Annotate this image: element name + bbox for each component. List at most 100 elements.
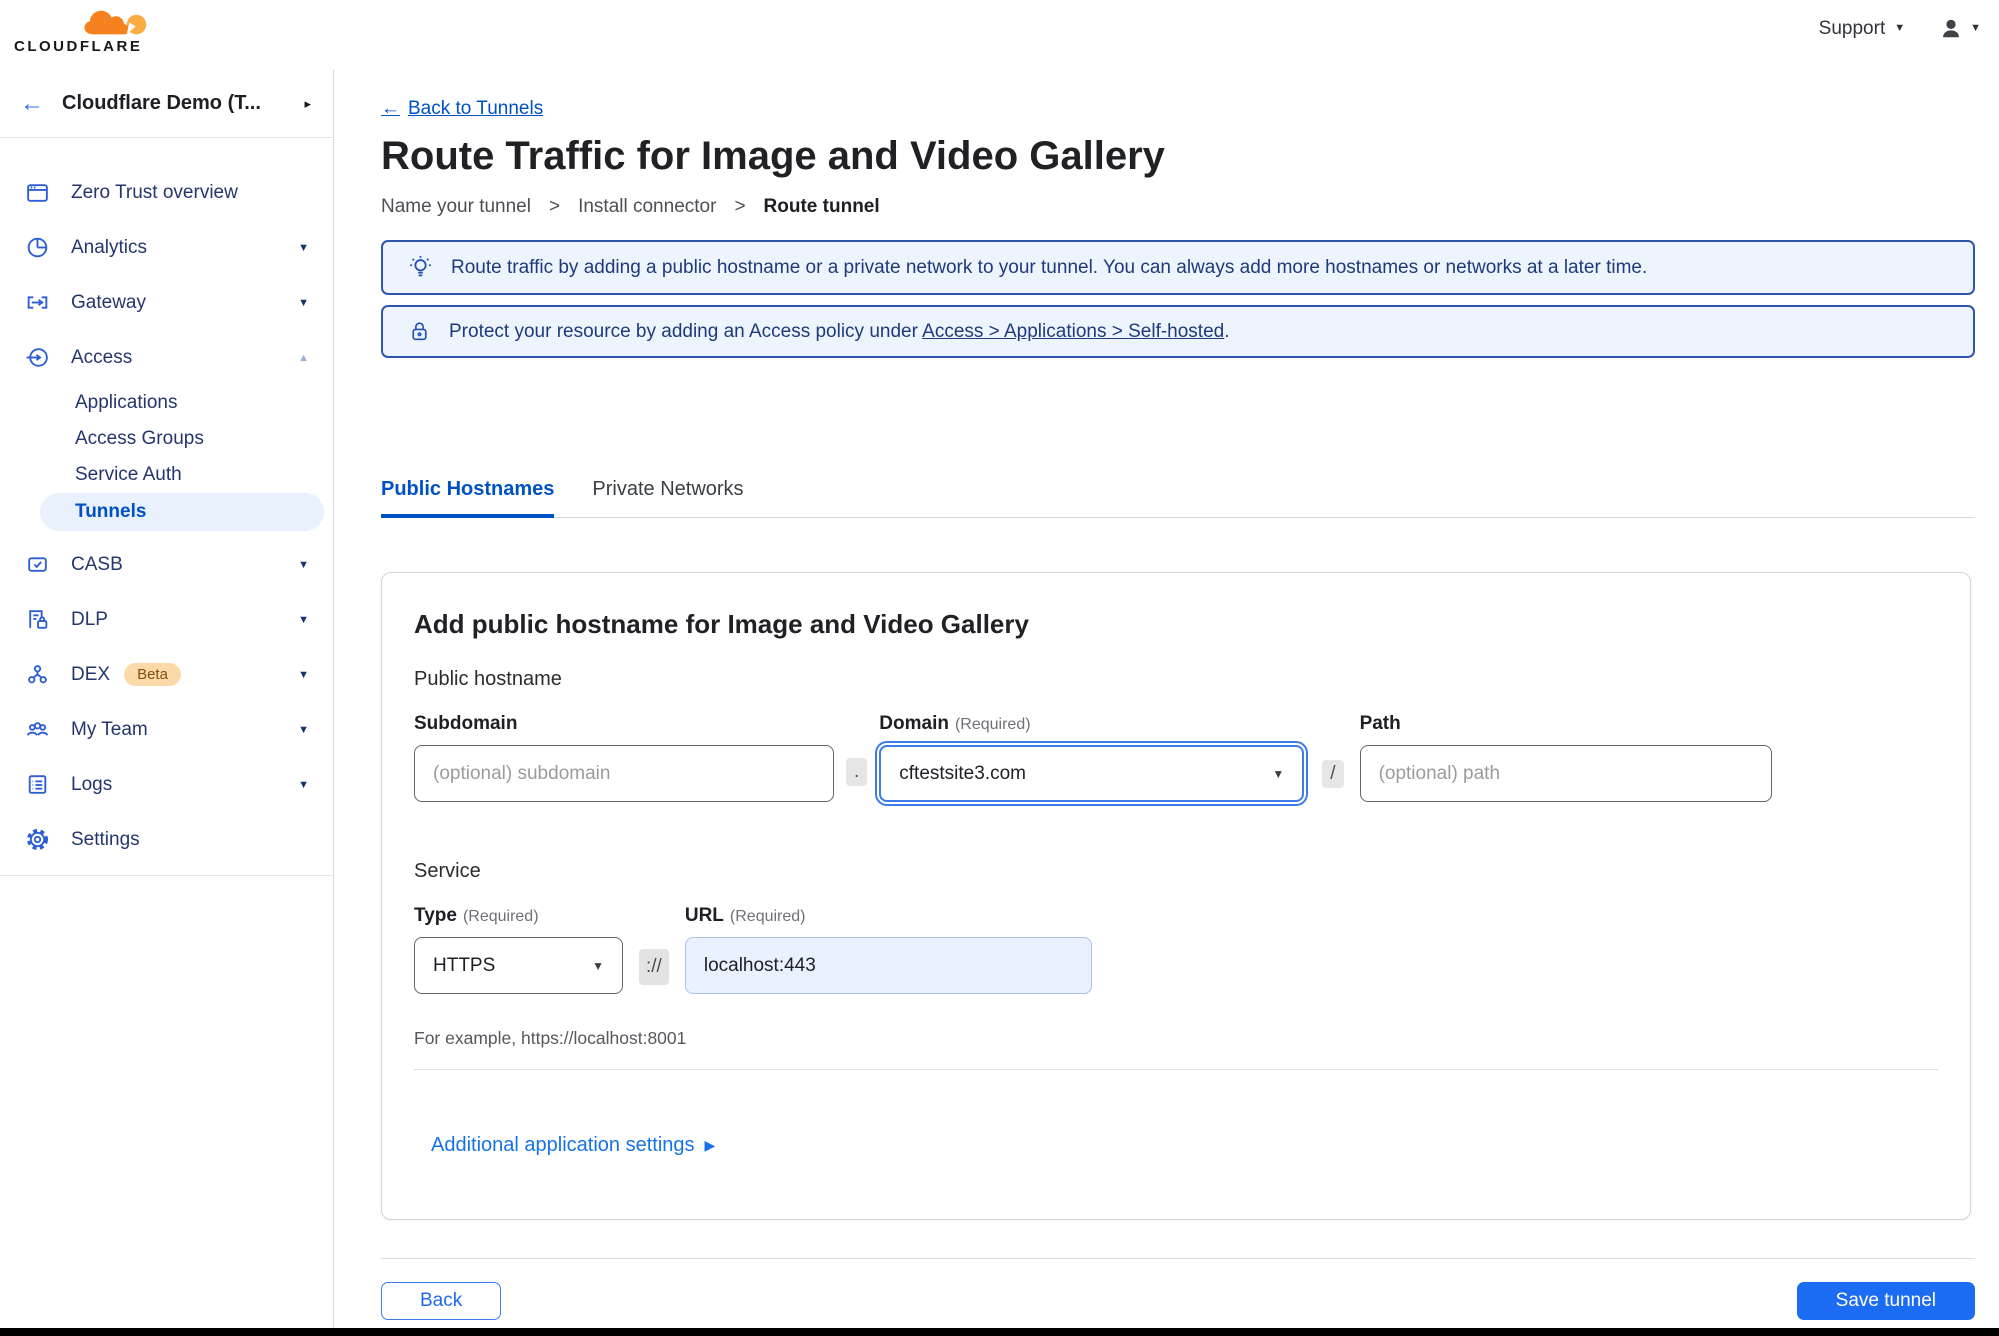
- save-tunnel-button[interactable]: Save tunnel: [1796, 1282, 1975, 1320]
- sidebar-item-tunnels[interactable]: Tunnels: [40, 493, 324, 531]
- page-title: Route Traffic for Image and Video Galler…: [381, 134, 1165, 178]
- chevron-down-icon: ▼: [592, 958, 604, 973]
- public-hostname-card: Add public hostname for Image and Video …: [381, 572, 1971, 1220]
- sidebar-item-label: Applications: [75, 392, 178, 413]
- hostname-field-row: Subdomain . Domain(Required) cftestsite3…: [414, 713, 1938, 806]
- domain-selected-value: cftestsite3.com: [899, 762, 1026, 784]
- banner-text: Route traffic by adding a public hostnam…: [451, 256, 1648, 278]
- subdomain-label: Subdomain: [414, 713, 518, 734]
- url-example-hint: For example, https://localhost:8001: [414, 1028, 687, 1048]
- dex-icon: [24, 662, 50, 688]
- card-divider: [414, 1069, 1938, 1070]
- sidebar-item-settings[interactable]: Settings: [0, 812, 333, 867]
- cloudflare-cloud-icon: [84, 10, 147, 35]
- user-avatar-icon: [1943, 19, 1960, 37]
- step-name-your-tunnel: Name your tunnel: [381, 196, 531, 217]
- path-input[interactable]: [1359, 745, 1772, 802]
- required-hint: (Required): [729, 908, 806, 925]
- type-label: Type (Required): [414, 905, 539, 926]
- sidebar: ← Cloudflare Demo (T... ▸ Zero Trust ove…: [0, 70, 334, 1328]
- chevron-down-icon: ▼: [1970, 22, 1981, 34]
- sidebar-item-label: My Team: [71, 718, 148, 740]
- sidebar-divider: [0, 875, 333, 876]
- bottom-black-bar: [0, 1328, 1999, 1336]
- sidebar-item-access[interactable]: Access ▲: [0, 330, 333, 385]
- gear-icon: [24, 827, 50, 853]
- tab-bar: Public Hostnames Private Networks: [381, 478, 1975, 518]
- sidebar-item-label: Logs: [71, 773, 113, 795]
- pie-chart-icon: [24, 235, 50, 261]
- access-icon: [24, 345, 50, 371]
- sidebar-item-label: DEX: [71, 663, 111, 685]
- user-menu[interactable]: ▼: [1939, 17, 1981, 41]
- triangle-right-icon: ▶: [704, 1137, 716, 1153]
- top-bar: CLOUDFLARE Support ▼ ▼: [0, 0, 1999, 70]
- cloudflare-logo[interactable]: CLOUDFLARE: [14, 5, 158, 55]
- url-label: URL (Required): [684, 905, 806, 926]
- chevron-down-icon: ▼: [298, 723, 309, 736]
- sidebar-item-label: CASB: [71, 553, 123, 575]
- sidebar-item-dex[interactable]: DEX Beta ▼: [0, 647, 333, 702]
- tab-private-networks[interactable]: Private Networks: [592, 478, 743, 518]
- support-menu[interactable]: Support ▼: [1819, 18, 1905, 40]
- back-arrow-icon[interactable]: ←: [20, 91, 44, 116]
- path-field: Path: [1359, 713, 1772, 802]
- sidebar-item-label: Service Auth: [75, 464, 182, 485]
- beta-badge: Beta: [124, 663, 181, 686]
- casb-icon: [24, 552, 50, 578]
- sidebar-item-dlp[interactable]: DLP ▼: [0, 592, 333, 647]
- sidebar-item-service-auth[interactable]: Service Auth: [0, 457, 333, 493]
- access-policy-link[interactable]: Access > Applications > Self-hosted: [922, 321, 1224, 342]
- subdomain-field: Subdomain: [414, 713, 834, 802]
- sidebar-item-gateway[interactable]: Gateway ▼: [0, 275, 333, 330]
- logs-icon: [24, 772, 50, 798]
- type-field: Type (Required) HTTPS ▼: [414, 905, 623, 994]
- cloudflare-logo-text: CLOUDFLARE: [14, 38, 143, 55]
- url-input[interactable]: [684, 937, 1092, 994]
- lightbulb-icon: [407, 254, 434, 281]
- back-button[interactable]: Back: [381, 1282, 502, 1320]
- sidebar-item-label: Access Groups: [75, 428, 204, 449]
- back-to-tunnels-link[interactable]: ← Back to Tunnels: [381, 98, 543, 120]
- info-banner-access-policy: Protect your resource by adding an Acces…: [381, 305, 1975, 358]
- document-lock-icon: [24, 607, 50, 633]
- sidebar-item-logs[interactable]: Logs ▼: [0, 757, 333, 812]
- sidebar-item-applications[interactable]: Applications: [0, 385, 333, 421]
- account-name: Cloudflare Demo (T...: [62, 92, 261, 114]
- chevron-down-icon: ▼: [298, 558, 309, 571]
- info-banner-route-traffic: Route traffic by adding a public hostnam…: [381, 240, 1975, 295]
- back-link-label: Back to Tunnels: [408, 98, 544, 119]
- step-route-tunnel: Route tunnel: [763, 196, 880, 217]
- public-hostname-label: Public hostname: [414, 668, 562, 690]
- type-selected-value: HTTPS: [433, 954, 496, 976]
- sidebar-item-label: DLP: [71, 608, 108, 630]
- footer-divider: [381, 1258, 1975, 1259]
- domain-select[interactable]: cftestsite3.com ▼: [875, 741, 1309, 806]
- sidebar-item-label: Tunnels: [75, 501, 147, 522]
- chevron-down-icon: ▼: [298, 778, 309, 791]
- left-arrow-icon: ←: [381, 98, 400, 119]
- additional-settings-toggle[interactable]: Additional application settings ▶: [431, 1134, 715, 1197]
- additional-settings-label: Additional application settings: [431, 1134, 695, 1156]
- slash-separator: /: [1322, 760, 1344, 788]
- sidebar-item-access-groups[interactable]: Access Groups: [0, 421, 333, 457]
- breadcrumb: Name your tunnel > Install connector > R…: [381, 196, 1975, 218]
- step-install-connector: Install connector: [578, 196, 717, 217]
- sidebar-item-label: Zero Trust overview: [71, 181, 238, 203]
- gateway-icon: [24, 290, 50, 316]
- subdomain-input[interactable]: [414, 745, 834, 802]
- sidebar-expander-icon[interactable]: ▸: [304, 96, 311, 112]
- service-label: Service: [414, 860, 481, 882]
- sidebar-item-label: Analytics: [71, 236, 148, 258]
- sidebar-item-zero-trust-overview[interactable]: Zero Trust overview: [0, 165, 333, 220]
- chevron-down-icon: ▼: [298, 613, 309, 626]
- domain-field: Domain (Required) cftestsite3.com ▼: [875, 713, 1309, 806]
- tab-public-hostnames[interactable]: Public Hostnames: [381, 478, 555, 518]
- sidebar-item-my-team[interactable]: My Team ▼: [0, 702, 333, 757]
- sidebar-item-casb[interactable]: CASB ▼: [0, 537, 333, 592]
- window-icon: [24, 180, 50, 206]
- zero-trust-dashboard: CLOUDFLARE Support ▼ ▼ ← Cloudflare Demo…: [0, 0, 1999, 1336]
- service-type-select[interactable]: HTTPS ▼: [414, 937, 623, 994]
- chevron-down-icon: ▼: [1272, 766, 1285, 781]
- sidebar-item-analytics[interactable]: Analytics ▼: [0, 220, 333, 275]
